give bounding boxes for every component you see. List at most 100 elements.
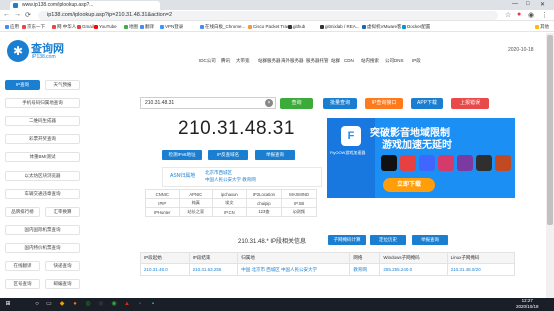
top-nav-item[interactable]: 站群服务器	[258, 58, 281, 64]
sidebar-item[interactable]: 在线翻译	[5, 261, 40, 271]
close-icon[interactable]: ✕	[540, 1, 545, 8]
result-action-button[interactable]: IP反查域名	[208, 150, 248, 160]
app-icon[interactable]: ▪	[148, 299, 158, 309]
reload-icon[interactable]: ⟳	[25, 11, 31, 19]
menu-icon[interactable]: ⋮	[541, 11, 548, 19]
app-icon[interactable]: ▪	[135, 299, 145, 309]
grid-cell[interactable]: MAXMIND	[281, 189, 317, 199]
scrollbar-thumb[interactable]	[547, 35, 553, 225]
minimize-icon[interactable]: —	[512, 1, 518, 7]
grid-cell[interactable]: 纯真	[178, 198, 214, 208]
bookmark-item[interactable]: 网 中华人	[52, 22, 76, 32]
grid-cell[interactable]: 站长之家	[178, 207, 214, 217]
table-cell[interactable]: 210.31.63.255	[188, 263, 239, 276]
bookmark-item[interactable]: Gmail	[77, 22, 94, 32]
bookmark-item[interactable]: 京东一下	[22, 22, 45, 32]
grid-cell[interactable]: chaipip	[245, 198, 283, 208]
sidebar-item[interactable]: 彩票开奖查询	[5, 134, 80, 145]
segment-button[interactable]: 子网掩码计算	[328, 235, 366, 245]
sidebar-item[interactable]: 国内国际机票查询	[5, 224, 80, 235]
grid-cell[interactable]: IP2Location	[245, 189, 283, 199]
bookmark-item[interactable]: gitmixlab / REA...	[320, 22, 360, 32]
download-button[interactable]: 立即下载	[383, 178, 435, 192]
sidebar-item[interactable]: 手机号码归属地查询	[5, 98, 80, 109]
table-cell[interactable]: 中国 北京市 西城区 中国人民公安大学	[237, 263, 351, 276]
bookmark-item[interactable]: 其他	[535, 22, 549, 32]
chrome-icon[interactable]: ◉	[109, 299, 119, 309]
sidebar-item[interactable]: 体重BMI测试	[5, 152, 80, 163]
sidebar-item[interactable]: 天气预报	[45, 80, 80, 90]
sidebar-item[interactable]: 车辆交通违章查询	[5, 188, 80, 199]
grid-cell[interactable]: CNNIC	[145, 189, 180, 199]
bookmark-item[interactable]: 在线白板_Chrome...	[200, 22, 245, 32]
bookmark-item[interactable]: VPN登录	[160, 22, 183, 32]
sidebar-item[interactable]: 汇率换算	[45, 206, 80, 217]
bookmark-item[interactable]: Docker配置	[402, 22, 430, 32]
sidebar-item[interactable]: 邮编查询	[45, 279, 80, 290]
grid-cell[interactable]: ipchaxun	[212, 189, 247, 199]
top-nav-item[interactable]: 公司DNS	[385, 58, 404, 64]
extension-icon[interactable]: ●	[517, 11, 521, 18]
wechat-icon[interactable]: ◎	[83, 299, 93, 309]
sidebar-item[interactable]: 品牌排行榜	[5, 206, 40, 217]
firefox-icon[interactable]: ●	[70, 299, 80, 309]
bookmark-item[interactable]: github	[288, 22, 305, 32]
sidebar-item[interactable]: 国内特价机票查询	[5, 242, 80, 253]
location-line-2[interactable]: 中国人民公安大学 教育网	[205, 177, 256, 183]
bookmark-item[interactable]: YouTube	[94, 22, 117, 32]
table-cell[interactable]: 255.255.240.0	[379, 263, 448, 276]
bookmark-item[interactable]: 地图	[124, 22, 138, 32]
table-cell[interactable]: 210.31.48.0	[140, 263, 190, 276]
location-line-1[interactable]: 北京市西城区	[205, 170, 232, 176]
app-icon[interactable]: ▲	[122, 299, 132, 309]
grid-cell[interactable]: IP.CN	[212, 207, 247, 217]
sidebar-item[interactable]: 以太坊区块浏览器	[5, 170, 80, 181]
grid-cell[interactable]: ip测频	[281, 207, 317, 217]
grid-cell[interactable]: 123查	[245, 207, 283, 217]
profile-icon[interactable]: ◉	[528, 11, 534, 19]
table-cell[interactable]: 210.31.48.0/20	[446, 263, 516, 276]
ip-search-input[interactable]: 210.31.48.31	[140, 97, 276, 109]
bookmark-item[interactable]: Cisco Packet Trac...	[248, 22, 293, 32]
segment-button[interactable]: 举报查询	[412, 235, 448, 245]
top-nav-item[interactable]: 服务器托管	[306, 58, 329, 64]
grid-cell[interactable]: IPHunter	[145, 207, 180, 217]
search-button[interactable]: 批量查询	[323, 98, 357, 109]
search-button[interactable]: 查询	[280, 98, 313, 109]
result-action-button[interactable]: 举报查询	[255, 150, 295, 160]
start-icon[interactable]: ⊞	[3, 299, 13, 309]
sidebar-item[interactable]: IP查询	[5, 80, 40, 90]
bookmark-item[interactable]: 翻译	[140, 22, 154, 32]
taskview-icon[interactable]: ▭	[44, 299, 54, 309]
sidebar-item[interactable]: 快递查询	[45, 261, 80, 271]
browser-tab[interactable]: www.ip138.com/iplookup.asp?...	[10, 1, 160, 10]
top-nav-item[interactable]: 腾讯	[221, 58, 230, 64]
top-nav-item[interactable]: 海外服务器	[281, 58, 304, 64]
ad-banner[interactable]: F FlyOOW游戏加速器 突破影音地域限制 游戏加速无延时 立即下载	[327, 118, 515, 198]
bookmark-item[interactable]: 虚拟机VMware客...	[362, 22, 405, 32]
search-button[interactable]: IP查询接口	[365, 98, 403, 109]
explorer-icon[interactable]: ◆	[57, 299, 67, 309]
grid-cell[interactable]: IPIP	[145, 198, 180, 208]
star-icon[interactable]: ☆	[505, 11, 511, 19]
top-nav-item[interactable]: 站内搜索	[361, 58, 379, 64]
forward-icon[interactable]: →	[14, 11, 21, 18]
sidebar-item[interactable]: 二维码生成器	[5, 116, 80, 127]
sidebar-item[interactable]: 区号查询	[5, 279, 40, 290]
grid-cell[interactable]: APNIC	[178, 189, 214, 199]
bookmark-item[interactable]: 应用	[5, 22, 19, 32]
back-icon[interactable]: ←	[3, 11, 10, 18]
search-icon[interactable]: ○	[32, 299, 42, 309]
segment-button[interactable]: 定位历史	[370, 235, 406, 245]
maximize-icon[interactable]: □	[526, 1, 530, 7]
result-action-button[interactable]: 检测IPv6地址	[162, 150, 202, 160]
search-button[interactable]: 上报错误	[451, 98, 489, 109]
search-button[interactable]: APP下载	[411, 98, 443, 109]
grid-cell[interactable]: IP.SB	[281, 198, 317, 208]
top-nav-item[interactable]: IP段	[412, 58, 421, 64]
site-logo-icon[interactable]: ✱	[7, 40, 29, 62]
top-nav-item[interactable]: CDN	[344, 58, 354, 63]
top-nav-item[interactable]: 大带宽	[236, 58, 250, 64]
top-nav-item[interactable]: IDC公司	[199, 58, 216, 64]
app-icon[interactable]: ▣	[96, 299, 106, 309]
